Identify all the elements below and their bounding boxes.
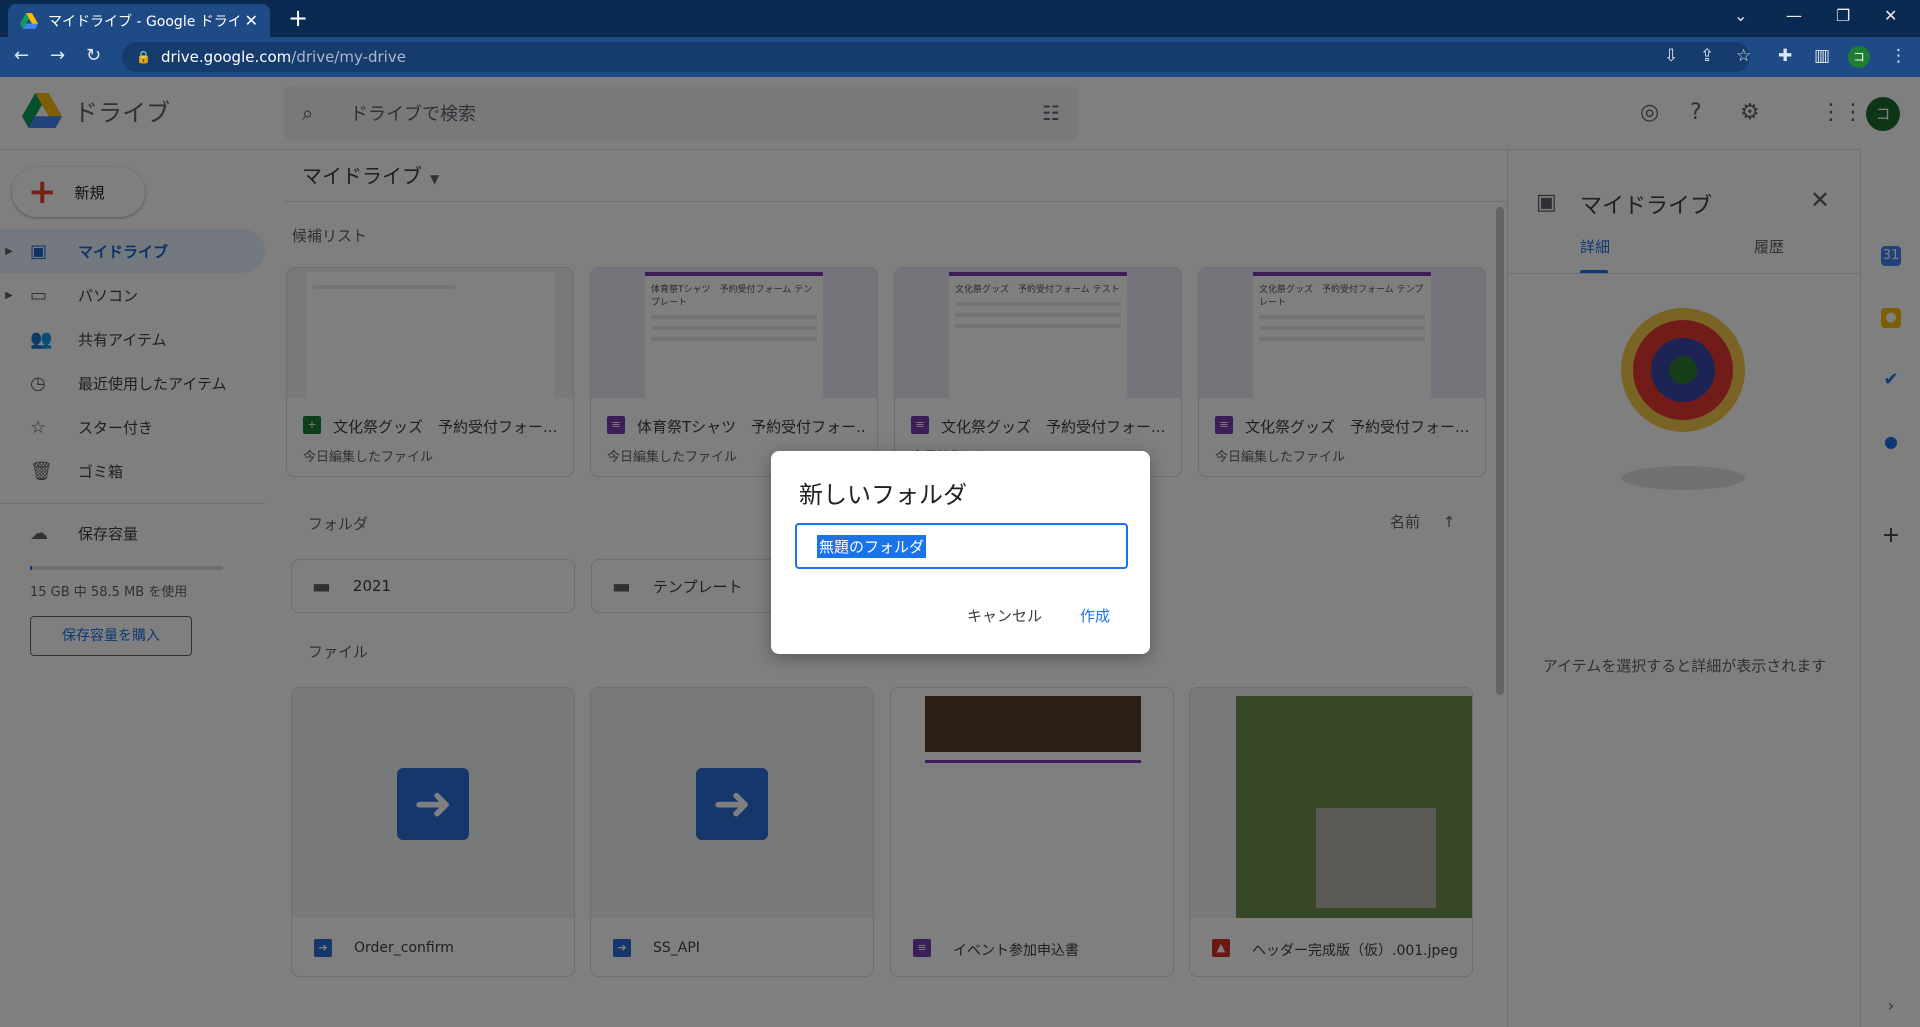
browser-menu-icon[interactable]: ⋮ [1890,46,1907,66]
bookmark-star-icon[interactable]: ☆ [1736,46,1751,66]
forward-icon[interactable]: → [50,45,65,66]
browser-tabbar: マイドライブ - Google ドライブ ✕ + ⌄ — ❐ ✕ [0,0,1920,37]
share-icon[interactable]: ⇪ [1700,46,1714,66]
minimize-icon[interactable]: — [1786,6,1802,25]
url-path: /drive/my-drive [291,48,406,66]
close-window-icon[interactable]: ✕ [1884,6,1897,25]
dialog-title: 新しいフォルダ [799,481,967,509]
install-icon[interactable]: ⇩ [1664,46,1678,66]
drive-favicon-icon [20,12,38,29]
new-folder-dialog: 新しいフォルダ 無題のフォルダ キャンセル 作成 [771,451,1150,654]
tab-close-icon[interactable]: ✕ [245,11,258,30]
back-icon[interactable]: ← [14,45,29,66]
browser-tab[interactable]: マイドライブ - Google ドライブ ✕ [8,4,270,37]
browser-profile-avatar[interactable]: コ [1848,46,1870,68]
cancel-button[interactable]: キャンセル [967,605,1042,626]
lock-icon: 🔒 [136,50,151,64]
new-tab-icon[interactable]: + [288,4,308,32]
create-button[interactable]: 作成 [1080,605,1110,626]
tab-title: マイドライブ - Google ドライブ [48,13,239,30]
address-bar[interactable]: 🔒 drive.google.com/drive/my-drive [122,42,1750,72]
side-panel-icon[interactable]: ▥ [1814,46,1830,66]
reload-icon[interactable]: ↻ [86,45,101,66]
restore-icon[interactable]: ❐ [1836,6,1850,25]
folder-name-input[interactable]: 無題のフォルダ [795,523,1128,569]
extensions-icon[interactable]: ✚ [1778,46,1792,66]
browser-toolbar: ← → ↻ 🔒 drive.google.com/drive/my-drive … [0,37,1920,77]
tab-search-icon[interactable]: ⌄ [1734,6,1747,25]
url-host: drive.google.com [160,48,292,66]
folder-name-value[interactable]: 無題のフォルダ [817,534,927,558]
